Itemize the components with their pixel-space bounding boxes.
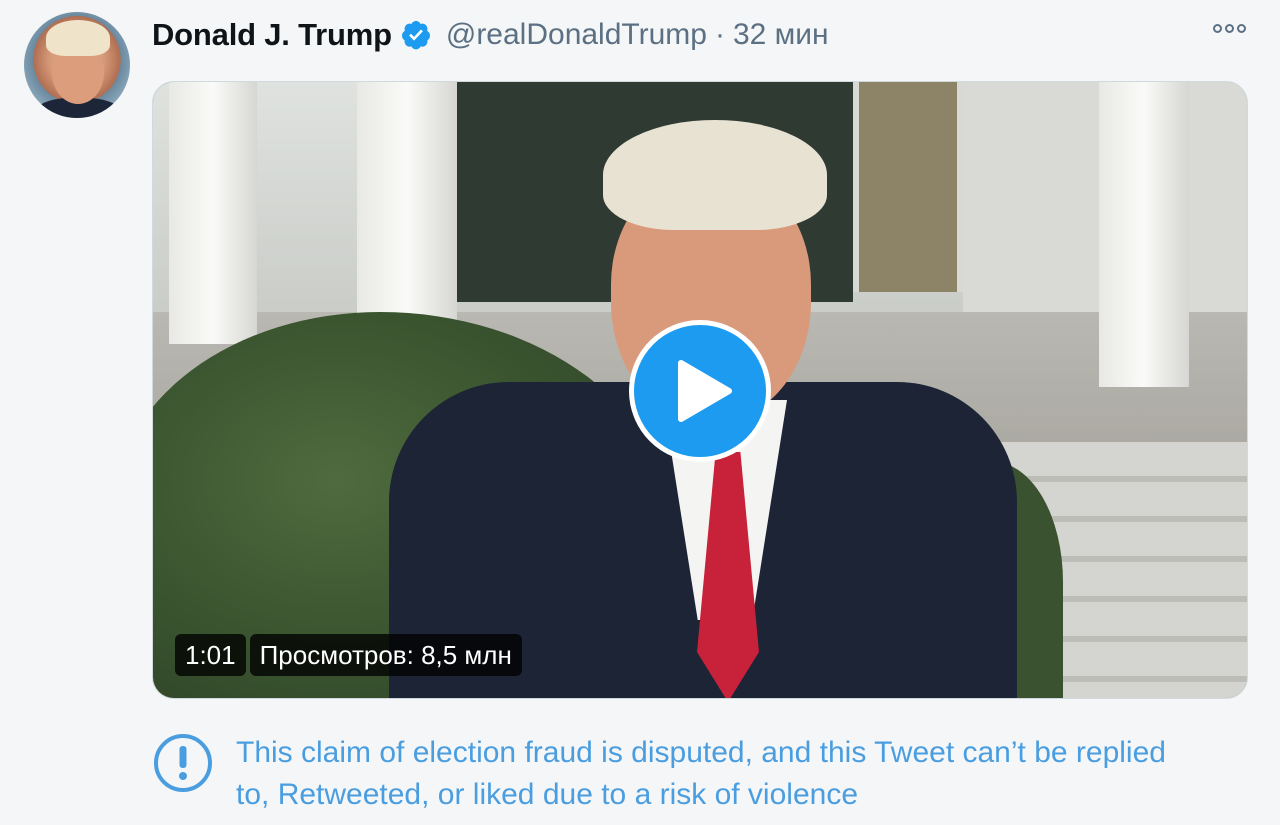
tweet-header: Donald J. Trump @realDonaldTrump · 32 ми… [152,14,829,56]
more-dot [1213,24,1222,33]
author-handle[interactable]: @realDonaldTrump [446,18,707,52]
play-icon [678,360,732,422]
play-button[interactable] [629,320,771,462]
video-overlay-badges: 1:01 Просмотров: 8,5 млн [175,634,522,676]
video-person-hair [603,120,827,230]
avatar-hair [46,20,110,56]
video-pillar [357,82,457,332]
more-dot [1237,24,1246,33]
separator-dot: · [714,18,725,51]
verified-badge-icon [400,19,432,51]
tweet: Donald J. Trump @realDonaldTrump · 32 ми… [0,0,1280,825]
avatar[interactable] [24,12,130,118]
disputed-claim-text[interactable]: This claim of election fraud is disputed… [236,732,1196,816]
video-player[interactable]: 1:01 Просмотров: 8,5 млн [152,81,1248,699]
video-window [853,82,963,292]
video-view-count: Просмотров: 8,5 млн [249,634,522,676]
video-pillar [1099,82,1189,387]
video-pillar [169,82,257,344]
more-dot [1225,24,1234,33]
tweet-timestamp[interactable]: 32 мин [733,18,829,52]
video-duration: 1:01 [175,634,246,676]
exclamation-circle-icon [154,734,212,792]
author-name[interactable]: Donald J. Trump [152,17,392,53]
disputed-claim-notice: This claim of election fraud is disputed… [152,732,1196,816]
more-options-icon[interactable] [1213,24,1246,33]
